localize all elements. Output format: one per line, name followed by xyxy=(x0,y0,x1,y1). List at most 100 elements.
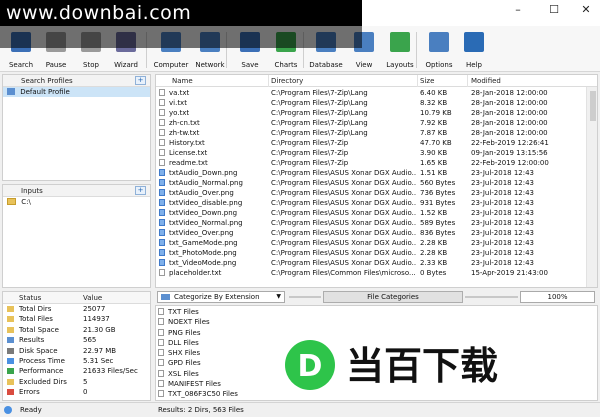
file-row[interactable]: txtVideo_Down.png C:\Program Files\ASUS X… xyxy=(156,208,586,218)
status-text: Ready xyxy=(20,406,42,414)
file-modified: 28-Jan-2018 12:00:00 xyxy=(471,109,548,117)
toolbar-label: Computer xyxy=(153,61,189,69)
file-row[interactable]: yo.txt C:\Program Files\7-Zip\Lang 10.79 K… xyxy=(156,108,586,118)
category-item[interactable]: DLL Files xyxy=(158,338,238,348)
minimize-button[interactable]: – xyxy=(502,0,534,22)
file-row[interactable]: txt_GameMode.png C:\Program Files\ASUS Xo… xyxy=(156,238,586,248)
scrollbar-thumb[interactable] xyxy=(590,91,596,121)
file-row[interactable]: vi.txt C:\Program Files\7-Zip\Lang 8.32 KB… xyxy=(156,98,586,108)
file-row[interactable]: txtAudio_Over.png C:\Program Files\ASUS X… xyxy=(156,188,586,198)
zoom-level[interactable]: 100% xyxy=(520,291,595,303)
file-name-cell: placeholder.txt xyxy=(159,268,267,278)
text-file-icon xyxy=(159,129,165,136)
watermark-overlay xyxy=(0,26,362,48)
file-row[interactable]: txtVideo_disable.png C:\Program Files\ASU… xyxy=(156,198,586,208)
add-input-icon[interactable]: + xyxy=(135,186,146,195)
status-bar: Ready Results: 2 Dirs, 563 Files xyxy=(0,402,600,417)
category-item[interactable]: PNG Files xyxy=(158,328,238,338)
options-button[interactable]: Options xyxy=(421,29,457,71)
categorize-combo[interactable]: Categorize By Extension ▼ xyxy=(157,291,285,303)
file-name: txtAudio_Down.png xyxy=(169,169,238,177)
file-row[interactable]: zh-cn.txt C:\Program Files\7-Zip\Lang 7.92… xyxy=(156,118,586,128)
category-file-icon xyxy=(158,349,164,357)
file-row[interactable]: placeholder.txt C:\Program Files\Common F… xyxy=(156,268,586,278)
toolbar-label: Search xyxy=(8,61,34,69)
help-button[interactable]: Help xyxy=(456,29,492,71)
file-categories-button[interactable]: File Categories xyxy=(323,291,463,303)
file-size: 3.90 KB xyxy=(420,149,448,157)
file-row[interactable]: zh-tw.txt C:\Program Files\7-Zip\Lang 7.87… xyxy=(156,128,586,138)
file-row[interactable]: txtAudio_Normal.png C:\Program Files\ASUS… xyxy=(156,178,586,188)
results-summary: Results: 2 Dirs, 563 Files xyxy=(158,406,244,414)
text-file-icon xyxy=(159,139,165,146)
category-item[interactable]: TXT Files xyxy=(158,307,238,317)
add-profile-icon[interactable]: + xyxy=(135,76,146,85)
close-button[interactable]: ✕ xyxy=(570,0,600,22)
col-name-header[interactable]: Name xyxy=(172,75,193,87)
category-item[interactable]: NOEXT Files xyxy=(158,317,238,327)
file-modified: 22-Feb-2019 12:00:00 xyxy=(471,159,549,167)
file-directory: C:\Program Files\ASUS Xonar DGX Audio... xyxy=(271,249,416,257)
file-size: 1.52 KB xyxy=(420,209,448,217)
stat-icon xyxy=(7,306,14,312)
stats-row: Performance 21633 Files/Sec xyxy=(3,366,150,376)
file-row[interactable]: va.txt C:\Program Files\7-Zip\Lang 6.40 KB… xyxy=(156,88,586,98)
input-item-label: C:\ xyxy=(21,198,31,206)
file-row[interactable]: txtVideo_Normal.png C:\Program Files\ASUS… xyxy=(156,218,586,228)
image-file-icon xyxy=(159,209,165,216)
file-name-cell: txtVideo_Down.png xyxy=(159,208,267,218)
stats-panel: Status Value Total Dirs 25077 Total Files 1… xyxy=(2,291,151,401)
file-name-cell: txtVideo_Normal.png xyxy=(159,218,267,228)
maximize-button[interactable]: ☐ xyxy=(538,0,570,22)
file-size: 931 Bytes xyxy=(420,199,456,207)
image-file-icon xyxy=(159,219,165,226)
file-row[interactable]: txt_VideoMode.png C:\Program Files\ASUS X… xyxy=(156,258,586,268)
layouts-button[interactable]: Layouts xyxy=(382,29,418,71)
file-row[interactable]: History.txt C:\Program Files\7-Zip 47.70 K… xyxy=(156,138,586,148)
category-item[interactable]: GPD Files xyxy=(158,358,238,368)
stat-label: Total Space xyxy=(19,325,59,334)
col-directory-header[interactable]: Directory xyxy=(271,75,303,87)
category-item[interactable]: TXT_086F3C50 Files xyxy=(158,389,238,399)
slider-track[interactable] xyxy=(289,296,321,298)
category-label: MANIFEST Files xyxy=(168,380,221,389)
file-name: txt_VideoMode.png xyxy=(169,259,237,267)
file-modified: 23-Jul-2018 12:43 xyxy=(471,189,535,197)
file-modified: 09-Jan-2019 13:15:56 xyxy=(471,149,548,157)
col-modified-header[interactable]: Modified xyxy=(471,75,501,87)
stat-value: 565 xyxy=(83,336,97,345)
file-name-cell: va.txt xyxy=(159,88,267,98)
category-item[interactable]: SHX Files xyxy=(158,348,238,358)
stat-icon xyxy=(7,316,14,323)
file-row[interactable]: txtAudio_Down.png C:\Program Files\ASUS X… xyxy=(156,168,586,178)
category-icon xyxy=(161,294,170,300)
file-size: 7.92 KB xyxy=(420,119,448,127)
file-directory: C:\Program Files\7-Zip\Lang xyxy=(271,89,368,97)
slider-track[interactable] xyxy=(465,296,518,298)
file-modified: 23-Jul-2018 12:43 xyxy=(471,229,535,237)
category-file-icon xyxy=(158,390,164,398)
profile-icon xyxy=(7,88,15,95)
file-row[interactable]: txt_PhotoMode.png C:\Program Files\ASUS X… xyxy=(156,248,586,258)
file-row[interactable]: License.txt C:\Program Files\7-Zip 3.90 KB… xyxy=(156,148,586,158)
stats-row: Errors 0 xyxy=(3,387,150,397)
stat-icon xyxy=(7,347,14,354)
col-size-header[interactable]: Size xyxy=(420,75,434,87)
file-name-cell: readme.txt xyxy=(159,158,267,168)
file-size: 6.40 KB xyxy=(420,89,448,97)
file-modified: 23-Jul-2018 12:43 xyxy=(471,169,535,177)
file-name: txtAudio_Over.png xyxy=(169,189,234,197)
profile-item[interactable]: Default Profile xyxy=(3,87,150,97)
category-file-icon xyxy=(158,359,164,367)
category-item[interactable]: MANIFEST Files xyxy=(158,379,238,389)
toolbar-label: Pause xyxy=(45,61,67,69)
stat-value: 5 xyxy=(83,377,88,386)
logo-letter: D xyxy=(298,349,323,384)
input-item[interactable]: C:\ xyxy=(3,197,150,207)
file-row[interactable]: readme.txt C:\Program Files\7-Zip 1.65 KB 2… xyxy=(156,158,586,168)
file-list-scrollbar[interactable] xyxy=(586,87,597,287)
file-directory: C:\Program Files\7-Zip xyxy=(271,139,349,147)
file-name-cell: zh-cn.txt xyxy=(159,118,267,128)
category-item[interactable]: XSL Files xyxy=(158,369,238,379)
file-row[interactable]: txtVideo_Over.png C:\Program Files\ASUS X… xyxy=(156,228,586,238)
